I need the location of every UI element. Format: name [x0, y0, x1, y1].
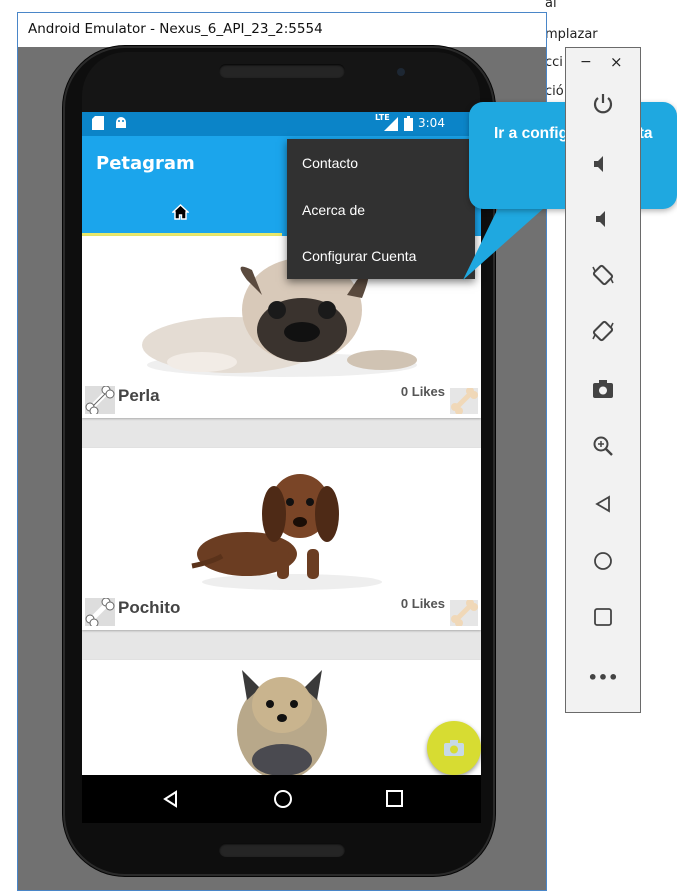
battery-icon: [404, 116, 413, 134]
close-icon[interactable]: ×: [610, 53, 623, 71]
app-title: Petagram: [96, 153, 195, 174]
callout-pointer: [463, 200, 553, 280]
recents-icon[interactable]: [386, 790, 403, 811]
volume-down-icon[interactable]: [566, 209, 640, 229]
background-text: al: [545, 0, 557, 11]
android-nav-bar: [82, 775, 481, 823]
likes-count: 0 Likes: [400, 596, 445, 611]
pet-name: Perla: [118, 386, 160, 405]
android-icon: [114, 116, 128, 133]
pet-photo: [237, 670, 327, 776]
rotate-left-icon[interactable]: [566, 262, 640, 288]
menu-item-contacto[interactable]: Contacto: [302, 155, 358, 171]
camera-icon: [444, 740, 464, 760]
zoom-icon[interactable]: [566, 435, 640, 457]
emulator-title: Android Emulator - Nexus_6_API_23_2:5554: [28, 21, 323, 37]
back-icon[interactable]: [162, 790, 178, 812]
bone-icon[interactable]: [450, 599, 478, 630]
power-icon[interactable]: [566, 93, 640, 115]
emulator-title-bar[interactable]: Android Emulator - Nexus_6_API_23_2:5554: [18, 13, 546, 47]
bone-icon[interactable]: [450, 387, 478, 418]
rotate-right-icon[interactable]: [566, 318, 640, 344]
pet-card[interactable]: [82, 660, 481, 776]
overflow-menu: Contacto Acerca de Configurar Cuenta: [287, 139, 475, 279]
likes-count: 0 Likes: [400, 384, 445, 399]
pet-name: Pochito: [118, 598, 181, 617]
pet-card[interactable]: Pochito 0 Likes: [82, 448, 481, 630]
pet-photo: [191, 474, 382, 590]
minimize-icon[interactable]: −: [580, 54, 592, 70]
top-speaker: [219, 64, 345, 78]
emulator-toolbar: − × •••: [565, 47, 641, 713]
menu-item-configurar-cuenta[interactable]: Configurar Cuenta: [302, 248, 416, 264]
signal-icon: [384, 117, 398, 134]
screenshot-icon[interactable]: [566, 379, 640, 399]
background-text: ció: [545, 84, 564, 99]
bone-icon[interactable]: [85, 597, 115, 630]
home-icon[interactable]: [273, 789, 293, 813]
more-icon[interactable]: •••: [566, 668, 640, 687]
camera-fab[interactable]: [427, 721, 481, 775]
menu-item-acerca-de[interactable]: Acerca de: [302, 202, 365, 218]
bone-icon[interactable]: [85, 385, 115, 418]
overview-icon[interactable]: [566, 608, 640, 626]
background-text: mplazar: [545, 27, 598, 42]
clock: 3:04: [418, 116, 445, 130]
background-text: cci: [545, 55, 563, 70]
phone-top-bezel: [82, 52, 480, 118]
bottom-speaker: [219, 843, 345, 857]
volume-up-icon[interactable]: [566, 154, 640, 174]
sd-card-icon: [92, 116, 104, 133]
front-camera: [397, 68, 405, 76]
home-icon[interactable]: [171, 204, 190, 224]
back-icon[interactable]: [566, 495, 640, 513]
status-bar: LTE 3:04: [82, 112, 481, 136]
home-icon[interactable]: [566, 551, 640, 571]
